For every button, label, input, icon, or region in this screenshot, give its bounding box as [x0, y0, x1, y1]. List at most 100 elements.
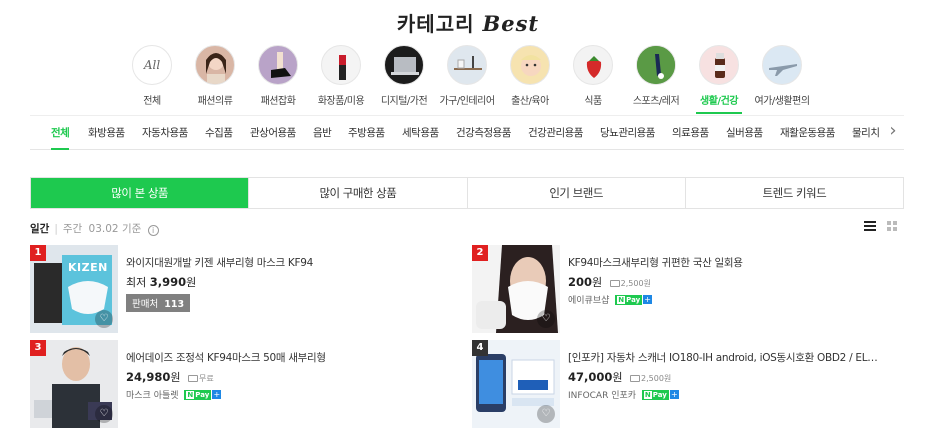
category-label: 여가/생활편의 [754, 96, 810, 107]
category-sports[interactable]: 스포츠/레저 [625, 45, 687, 107]
heart-icon[interactable]: ♡ [537, 405, 555, 423]
date-note: 03.02 기준 [88, 223, 142, 235]
title-best: Best [482, 11, 540, 36]
product-name[interactable]: 에어데이즈 조정석 KF94마스크 50매 새부리형 [126, 350, 460, 365]
shipping-fee: 2,500원 [609, 279, 651, 288]
golf-icon [636, 45, 676, 85]
airplane-icon [762, 45, 802, 85]
plus-icon: + [643, 295, 653, 304]
product-thumbnail[interactable]: KIZEN 1 ♡ [30, 245, 118, 333]
category-cosmetics[interactable]: 화장품/미용 [310, 45, 372, 107]
shoe-icon [258, 45, 298, 85]
store-name[interactable]: 마스크 아틀렛 [126, 391, 179, 401]
price-row: 최저 3,990원 [126, 274, 196, 290]
subcategory-item[interactable]: 의료용품 [672, 125, 709, 140]
npay-badge: N Pay [615, 295, 643, 305]
ranking-tabs: 많이 본 상품 많이 구매한 상품 인기 브랜드 트렌드 키워드 [30, 177, 904, 209]
category-food[interactable]: 식품 [562, 45, 624, 107]
tab-most-viewed[interactable]: 많이 본 상품 [31, 178, 249, 208]
seller-count: 113 [164, 299, 185, 310]
subcategory-item[interactable]: 관상어용품 [250, 125, 296, 140]
shipping-fee: 2,500원 [630, 374, 671, 383]
category-all[interactable]: All 전체 [121, 45, 183, 107]
product-name[interactable]: KF94마스크새부리형 귀편한 국산 일회용 [568, 255, 902, 270]
category-leisure[interactable]: 여가/생활편의 [751, 45, 813, 107]
chevron-right-icon[interactable]: › [883, 120, 903, 144]
product-name[interactable]: 와이지대원개발 키젠 새부리형 마스크 KF94 [126, 255, 460, 270]
heart-icon[interactable]: ♡ [95, 405, 113, 423]
plus-icon: + [212, 390, 222, 399]
npay-badge: N Pay [641, 390, 669, 400]
subcategory-item[interactable]: 물리치 [852, 125, 880, 140]
category-fashion-accessories[interactable]: 패션잡화 [247, 45, 309, 107]
price-prefix: 최저 [126, 276, 147, 289]
price-row: 47,000원 2,500원 [568, 369, 671, 385]
product-item[interactable]: 3 ♡ 에어데이즈 조정석 KF94마스크 50매 새부리형 24,980원 무… [30, 340, 460, 428]
heart-icon[interactable]: ♡ [95, 310, 113, 328]
price-unit: 원 [170, 371, 181, 384]
seller-count-button[interactable]: 판매처 113 [126, 294, 191, 312]
rank-badge: 4 [472, 340, 488, 356]
rank-badge: 1 [30, 245, 46, 261]
category-furniture[interactable]: 가구/인테리어 [436, 45, 498, 107]
subcategory-item[interactable]: 수집품 [205, 125, 233, 140]
category-digital[interactable]: 디지털/가전 [373, 45, 435, 107]
store-row: INFOCAR 인포카 N Pay + [568, 388, 679, 401]
category-label: 스포츠/레저 [632, 96, 680, 107]
page-title: 카테고리 Best [0, 8, 936, 37]
store-name[interactable]: 에이큐브샵 [568, 296, 609, 306]
active-category-underline [696, 112, 742, 114]
subcategory-item[interactable]: 당뇨관리용품 [600, 125, 655, 140]
tab-trend-keywords[interactable]: 트렌드 키워드 [684, 178, 903, 208]
tab-most-purchased[interactable]: 많이 구매한 상품 [248, 178, 466, 208]
filter-daily[interactable]: 일간 [30, 223, 49, 235]
category-label: 패션잡화 [260, 96, 296, 107]
product-item[interactable]: KIZEN 1 ♡ 와이지대원개발 키젠 새부리형 마스크 KF94 최저 3,… [30, 245, 460, 333]
baby-icon [510, 45, 550, 85]
thumb-brand-text: KIZEN [68, 261, 108, 274]
product-item[interactable]: 2 ♡ KF94마스크새부리형 귀편한 국산 일회용 200원 2,500원 에… [472, 245, 902, 333]
npay-badge: N Pay [184, 390, 212, 400]
list-view-icon[interactable] [864, 221, 876, 232]
subcategory-item[interactable]: 자동차용품 [142, 125, 188, 140]
price-value: 24,980 [126, 370, 171, 384]
truck-icon [188, 375, 199, 382]
product-name[interactable]: [인포카] 자동차 스캐너 IO180-IH android, iOS동시호환 … [568, 350, 902, 365]
price-unit: 원 [612, 371, 623, 384]
heart-icon[interactable]: ♡ [537, 310, 555, 328]
subcategory-item[interactable]: 전체 [51, 125, 70, 150]
subcategory-item[interactable]: 주방용품 [348, 125, 385, 140]
category-label: 출산/육아 [511, 96, 549, 107]
subcategory-item[interactable]: 음반 [313, 125, 332, 140]
subcategory-item[interactable]: 화방용품 [88, 125, 125, 140]
product-thumbnail[interactable]: 4 ♡ [472, 340, 560, 428]
health-bottle-icon [699, 45, 739, 85]
subcategory-item[interactable]: 실버용품 [726, 125, 763, 140]
info-icon[interactable]: i [147, 225, 159, 236]
price-row: 200원 2,500원 [568, 274, 651, 290]
filter-weekly[interactable]: 주간 [63, 223, 82, 235]
store-name[interactable]: INFOCAR 인포카 [568, 391, 636, 401]
strawberry-icon [573, 45, 613, 85]
grid-view-icon[interactable] [887, 221, 898, 232]
subcategory-item[interactable]: 건강관리용품 [528, 125, 583, 140]
category-label: 생활/건강 [700, 96, 738, 107]
subcategory-item[interactable]: 재활운동용품 [780, 125, 835, 140]
subcategory-item[interactable]: 세탁용품 [402, 125, 439, 140]
subcategory-item[interactable]: 건강측정용품 [456, 125, 511, 140]
period-filter: 일간 | 주간 03.02 기준 i [30, 221, 159, 236]
seller-label: 판매처 [132, 299, 159, 310]
category-label: 가구/인테리어 [439, 96, 495, 107]
price-value: 200 [568, 275, 593, 289]
tab-popular-brands[interactable]: 인기 브랜드 [466, 178, 685, 208]
category-label: 화장품/미용 [317, 96, 365, 107]
category-fashion-clothing[interactable]: 패션의류 [184, 45, 246, 107]
category-living-health[interactable]: 생활/건강 [688, 45, 750, 114]
category-baby[interactable]: 출산/육아 [499, 45, 561, 107]
store-row: 마스크 아틀렛 N Pay + [126, 388, 222, 401]
woman-portrait-icon [195, 45, 235, 85]
laptop-icon [384, 45, 424, 85]
product-item[interactable]: 4 ♡ [인포카] 자동차 스캐너 IO180-IH android, iOS동… [472, 340, 902, 428]
product-thumbnail[interactable]: 2 ♡ [472, 245, 560, 333]
product-thumbnail[interactable]: 3 ♡ [30, 340, 118, 428]
